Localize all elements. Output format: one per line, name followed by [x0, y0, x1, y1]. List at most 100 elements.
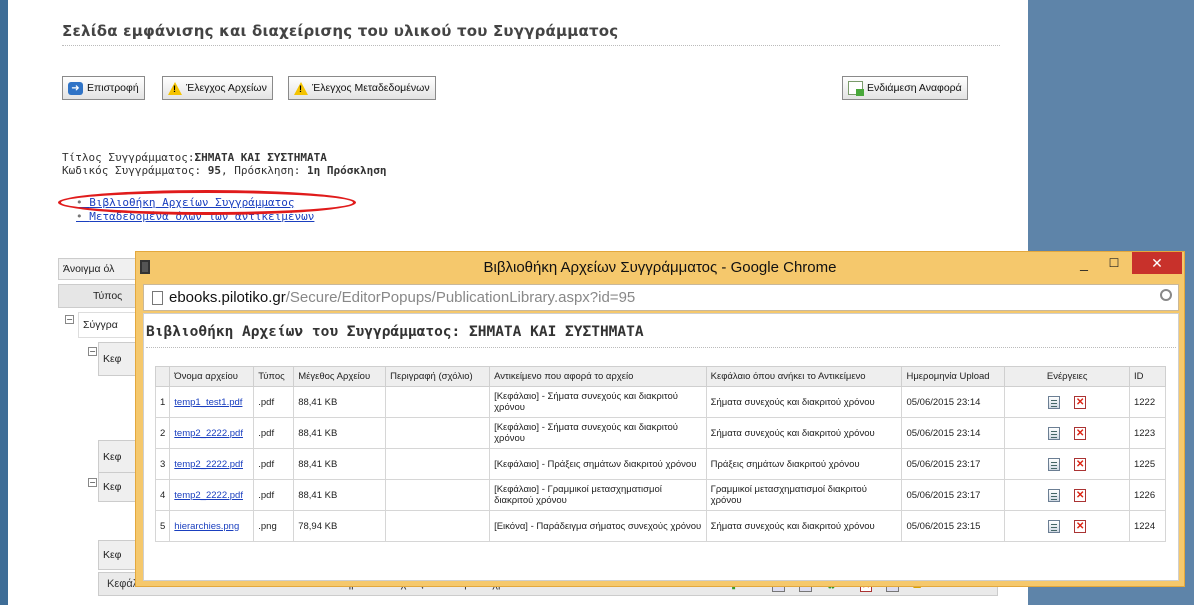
popup-content: Βιβλιοθήκη Αρχείων του Συγγράμματος: ΣΗΜ…	[143, 313, 1179, 581]
file-object: [Κεφάλαιο] - Σήματα συνεχούς και διακριτ…	[489, 386, 707, 418]
check-files-label: Έλεγχος Αρχείων	[186, 82, 267, 94]
column-header[interactable]: ID	[1128, 366, 1167, 387]
column-header[interactable]: Όνομα αρχείου	[169, 366, 255, 387]
column-header[interactable]: Ημερομηνία Upload	[901, 366, 1006, 387]
delete-icon[interactable]: ✕	[1074, 395, 1087, 409]
file-description	[385, 510, 491, 542]
file-link[interactable]: temp1_test1.pdf	[174, 397, 242, 408]
file-description	[385, 417, 491, 449]
file-size: 88,41 KB	[293, 479, 387, 511]
table-row: 1 temp1_test1.pdf .pdf 88,41 KB [Κεφάλαι…	[154, 386, 1167, 418]
open-all-button[interactable]: Άνοιγμα όλ	[58, 258, 142, 280]
file-description	[385, 448, 491, 480]
file-size: 88,41 KB	[293, 417, 387, 449]
actions-cell: ✕	[1004, 448, 1130, 480]
actions-cell: ✕	[1004, 510, 1130, 542]
call-label: , Πρόσκληση:	[220, 164, 308, 177]
column-header[interactable]: Κεφάλαιο όπου ανήκει το Αντικείμενο	[705, 366, 903, 387]
actions-cell: ✕	[1004, 479, 1130, 511]
file-object: [Κεφάλαιο] - Σήματα συνεχούς και διακριτ…	[489, 417, 707, 449]
file-description	[385, 479, 491, 511]
column-header[interactable]: Περιγραφή (σχόλιο)	[385, 366, 491, 387]
code-label: Κωδικός Συγγράμματος:	[62, 164, 208, 177]
tree-row-publication: Σύγγρα	[78, 312, 142, 338]
call-value: 1η Πρόσκληση	[307, 164, 387, 177]
file-id: 1222	[1128, 386, 1167, 418]
back-button[interactable]: ➜ Επιστροφή	[62, 76, 145, 100]
collapse-icon[interactable]: −	[88, 347, 97, 356]
view-icon[interactable]	[1048, 488, 1061, 502]
url-path: /Secure/EditorPopups/PublicationLibrary.…	[285, 289, 636, 306]
file-object: [Κεφάλαιο] - Πράξεις σημάτων διακριτού χ…	[489, 448, 707, 480]
collapse-icon[interactable]: −	[88, 478, 97, 487]
delete-icon[interactable]: ✕	[1074, 519, 1087, 533]
delete-icon[interactable]: ✕	[1074, 457, 1087, 471]
table-row: 5 hierarchies.png .png 78,94 KB [Εικόνα]…	[154, 510, 1167, 542]
view-icon[interactable]	[1048, 426, 1061, 440]
interim-report-button[interactable]: Ενδιάμεση Αναφορά	[842, 76, 968, 100]
row-number: 5	[154, 510, 171, 542]
page-title: Σελίδα εμφάνισης και διαχείρισης του υλι…	[62, 22, 619, 40]
title-value: ΣΗΜΑΤΑ ΚΑΙ ΣΥΣΤΗΜΑΤΑ	[194, 151, 327, 164]
file-chapter: Σήματα συνεχούς και διακριτού χρόνου	[705, 510, 903, 542]
open-all-label: Άνοιγμα όλ	[63, 263, 115, 275]
upload-date: 05/06/2015 23:15	[901, 510, 1006, 542]
type-header-label: Τύπος	[93, 290, 123, 302]
upload-date: 05/06/2015 23:17	[901, 448, 1006, 480]
close-button[interactable]: ✕	[1132, 252, 1182, 274]
back-arrow-icon: ➜	[68, 81, 83, 95]
code-value: 95	[207, 164, 221, 177]
title-divider	[62, 45, 1000, 46]
file-type: .pdf	[253, 448, 295, 480]
column-header: Ενέργειες	[1004, 366, 1130, 387]
file-link[interactable]: temp2_2222.pdf	[174, 490, 243, 501]
tree-row-label: Σύγγρα	[83, 319, 118, 331]
file-type: .png	[253, 510, 295, 542]
files-table: Όνομα αρχείου Τύπος Μέγεθος Αρχείου Περι…	[154, 366, 1167, 542]
popup-window: Βιβλιοθήκη Αρχείων Συγγράμματος - Google…	[135, 251, 1185, 587]
file-id: 1224	[1128, 510, 1167, 542]
library-heading: Βιβλιοθήκη Αρχείων του Συγγράμματος: ΣΗΜ…	[146, 324, 644, 340]
upload-date: 05/06/2015 23:14	[901, 386, 1006, 418]
left-edge-bar	[0, 0, 8, 605]
minimize-button[interactable]: _	[1070, 252, 1098, 274]
view-icon[interactable]	[1048, 519, 1061, 533]
file-link[interactable]: hierarchies.png	[174, 521, 239, 532]
file-link[interactable]: temp2_2222.pdf	[174, 459, 243, 470]
actions-cell: ✕	[1004, 386, 1130, 418]
table-row: 2 temp2_2222.pdf .pdf 88,41 KB [Κεφάλαιο…	[154, 417, 1167, 449]
row-number: 2	[154, 417, 171, 449]
view-icon[interactable]	[1048, 457, 1061, 471]
tree-row-label: Κεφ	[103, 549, 122, 561]
address-bar[interactable]: ebooks.pilotiko.gr /Secure/EditorPopups/…	[143, 284, 1179, 311]
maximize-button[interactable]: ☐	[1100, 252, 1128, 274]
file-link[interactable]: temp2_2222.pdf	[174, 428, 243, 439]
delete-icon[interactable]: ✕	[1074, 488, 1087, 502]
report-icon	[848, 81, 864, 96]
warning-icon: !	[294, 81, 308, 95]
collapse-icon[interactable]: −	[65, 315, 74, 324]
highlight-oval	[58, 190, 356, 215]
row-number: 1	[154, 386, 171, 418]
file-size: 88,41 KB	[293, 448, 387, 480]
delete-icon[interactable]: ✕	[1074, 426, 1087, 440]
check-files-button[interactable]: ! Έλεγχος Αρχείων	[162, 76, 273, 100]
column-header[interactable]: Μέγεθος Αρχείου	[293, 366, 387, 387]
file-chapter: Γραμμικοί μετασχηματισμοί διακριτού χρόν…	[705, 479, 903, 511]
page-icon	[152, 290, 163, 305]
search-icon[interactable]	[1160, 289, 1172, 301]
file-object: [Εικόνα] - Παράδειγμα σήματος συνεχούς χ…	[489, 510, 707, 542]
column-header[interactable]: Τύπος	[253, 366, 295, 387]
column-header[interactable]: Αντικείμενο που αφορά το αρχείο	[489, 366, 707, 387]
file-chapter: Σήματα συνεχούς και διακριτού χρόνου	[705, 417, 903, 449]
title-label: Τίτλος Συγγράμματος:	[62, 151, 195, 164]
check-metadata-button[interactable]: ! Έλεγχος Μεταδεδομένων	[288, 76, 436, 100]
row-number: 3	[154, 448, 171, 480]
file-chapter: Σήματα συνεχούς και διακριτού χρόνου	[705, 386, 903, 418]
file-type: .pdf	[253, 417, 295, 449]
file-id: 1223	[1128, 417, 1167, 449]
row-number: 4	[154, 479, 171, 511]
view-icon[interactable]	[1048, 395, 1061, 409]
type-column-header: Τύπος	[58, 284, 142, 308]
heading-divider	[146, 347, 1176, 348]
